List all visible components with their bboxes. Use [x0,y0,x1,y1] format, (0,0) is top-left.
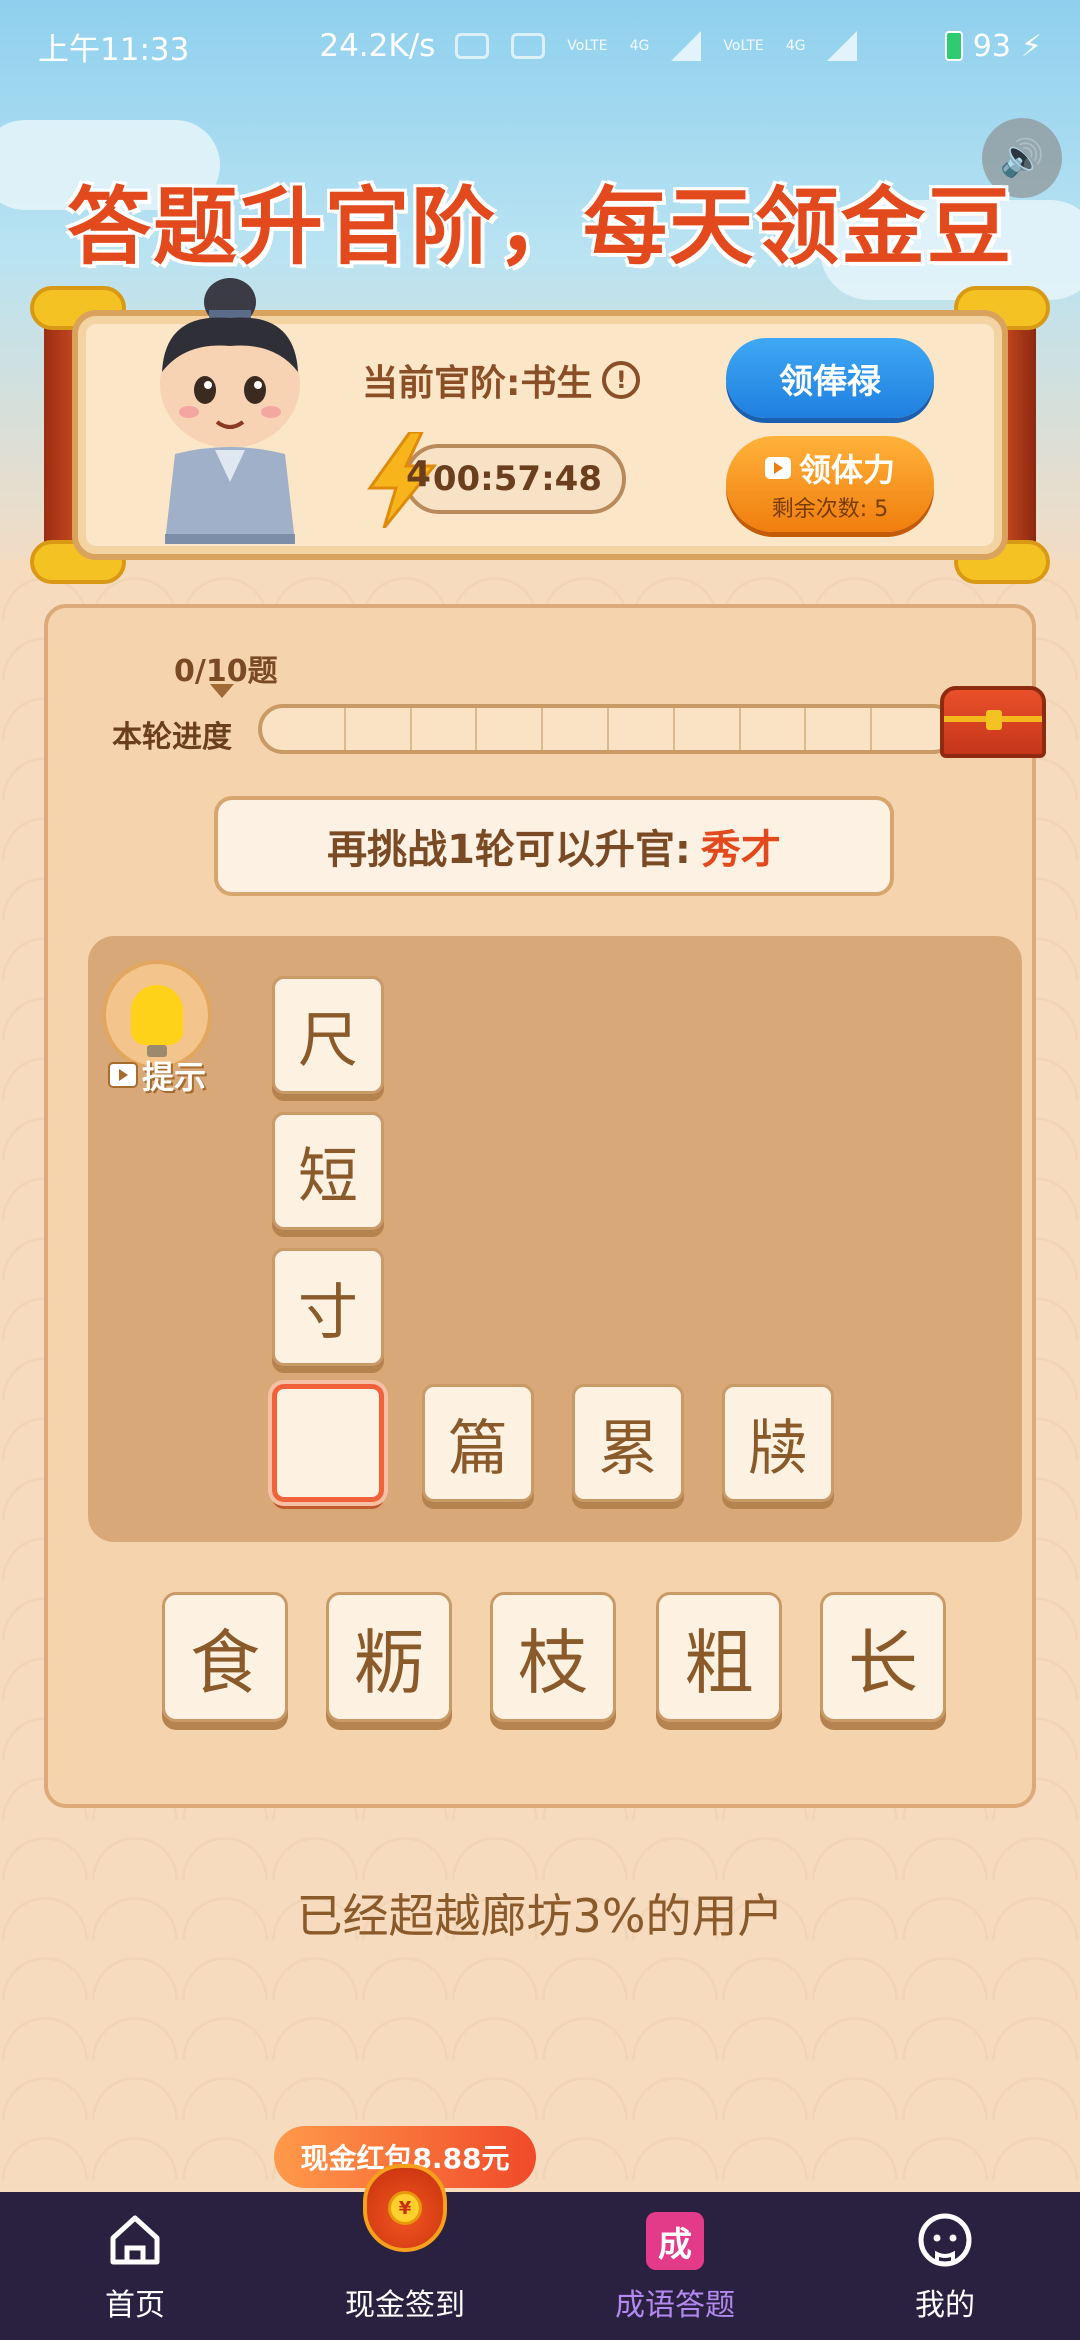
video-icon [764,457,791,479]
claim-salary-button[interactable]: 领俸禄 [726,338,934,418]
puzzle-tile: 篇 [422,1384,534,1502]
treasure-chest-icon[interactable] [940,686,1046,758]
cash-bag-icon: ¥ [363,2164,447,2252]
puzzle-tile: 短 [272,1112,384,1230]
challenge-text: 再挑战1轮可以升官: [327,827,691,873]
home-icon [110,2215,160,2265]
signal-icon [671,31,702,61]
hint-button[interactable]: 提示 [98,960,216,1096]
claim-energy-button[interactable]: 领体力 剩余次数: 5 [726,436,934,532]
nav-item-profile[interactable]: 我的 [810,2192,1080,2340]
progress-bar [258,704,958,754]
progress-segment [280,708,346,750]
progress-label: 本轮进度 [112,720,232,755]
volte-label: VoLTE [567,38,608,54]
progress-pointer [210,684,234,698]
progress-segment [872,708,936,750]
puzzle-board [88,936,1022,1542]
battery-level: 93 [972,28,1011,64]
charging-icon: ⚡ [1020,28,1042,64]
nav-item-idiom-quiz[interactable]: 成 成语答题 [540,2192,810,2340]
claim-energy-main: 领体力 [764,445,895,491]
volte-label-2: VoLTE [723,38,764,54]
puzzle-tile: 尺 [272,976,384,1094]
challenge-banner: 再挑战1轮可以升官: 秀才 [214,796,894,896]
network-type-label: 4G [629,38,650,54]
ranking-text: 已经超越廊坊3%的用户 [296,1889,784,1943]
energy-count: 4 [406,454,432,495]
scholar-avatar [160,278,300,544]
battery-status: 93 ⚡ [944,28,1042,64]
progress-segment [741,708,807,750]
choice-tile[interactable]: 长 [820,1592,946,1722]
choice-tile[interactable]: 粗 [656,1592,782,1722]
current-rank: 当前官阶:书生 ! [362,354,641,406]
claim-energy-label: 领体力 [798,451,895,489]
rank-text: 当前官阶:书生 [362,363,593,404]
progress-segment [346,708,412,750]
timer-text: 00:57:48 [432,459,602,499]
network-type-label-2: 4G [785,38,806,54]
nav-label-profile: 我的 [915,2288,975,2323]
bottom-nav: 首页 ¥ 现金签到 成 成语答题 我的 [0,2164,1080,2340]
profile-icon [918,2213,972,2267]
hint-label: 提示 [141,1058,206,1096]
nav-label-cash: 现金签到 [345,2288,465,2323]
progress-segment [543,708,609,750]
bluetooth-icon [455,33,490,59]
nav-label-home: 首页 [105,2288,165,2323]
nav-item-home[interactable]: 首页 [0,2192,270,2340]
nav-item-cash-checkin[interactable]: ¥ 现金签到 [270,2164,540,2340]
progress-segment [412,708,478,750]
status-time: 上午11:33 [38,31,190,68]
progress-segment [477,708,544,750]
target-rank: 秀才 [700,827,781,873]
progress-segment [675,708,741,750]
energy-remaining: 剩余次数: 5 [771,497,889,522]
hint-label-wrap: 提示 [98,1052,216,1098]
choice-tile[interactable]: 食 [162,1592,288,1722]
status-bar: 上午11:33 24.2K/s VoLTE 4G VoLTE 4G 93 ⚡ [0,0,1080,92]
page-headline: 答题升官阶，每天领金豆 [66,178,1013,276]
puzzle-tile: 牍 [722,1384,834,1502]
video-icon [107,1062,138,1088]
status-icons: VoLTE 4G VoLTE 4G [455,31,858,61]
choice-tile[interactable]: 枝 [490,1592,616,1722]
status-net-speed: 24.2K/s [319,28,436,64]
progress-segment [609,708,675,750]
idiom-icon: 成 [646,2212,704,2270]
puzzle-tile: 累 [572,1384,684,1502]
info-icon[interactable]: ! [602,361,641,399]
battery-icon [944,31,963,61]
progress-segment [806,708,873,750]
signal-icon-2 [827,31,858,61]
puzzle-tile: 寸 [272,1248,384,1366]
nav-label-idiom: 成语答题 [615,2288,735,2323]
choice-tile[interactable]: 粝 [326,1592,452,1722]
vpn-icon [511,33,546,59]
answer-slot[interactable] [272,1384,384,1502]
